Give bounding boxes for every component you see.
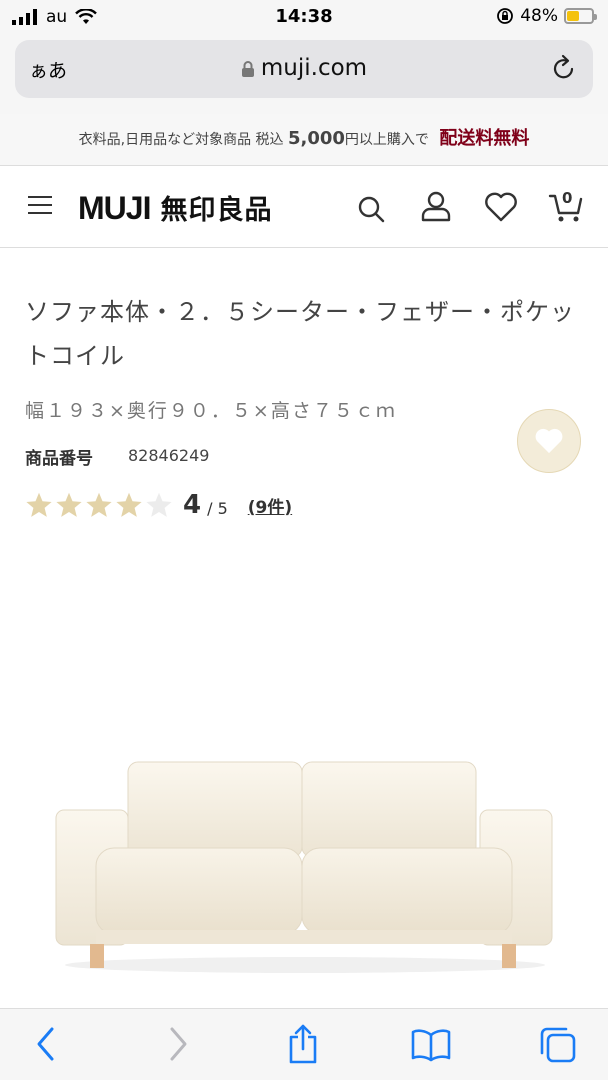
muji-logo[interactable]: MUJI 無印良品 <box>78 188 272 227</box>
share-icon[interactable] <box>286 1023 320 1065</box>
star-icon <box>116 492 142 517</box>
bookmarks-icon[interactable] <box>410 1027 452 1063</box>
tabs-icon[interactable] <box>538 1025 578 1065</box>
hamburger-icon[interactable] <box>28 196 52 216</box>
address-bar[interactable]: ぁあ muji.com <box>15 40 593 98</box>
promo-highlight: 配送料無料 <box>439 128 530 149</box>
product-dimensions: 幅１９３×奥行９０．５×高さ７５ｃｍ <box>25 400 397 422</box>
promo-suffix: 円以上購入で <box>344 132 429 148</box>
account-icon[interactable] <box>420 190 452 222</box>
cart-count: 0 <box>562 189 573 207</box>
promo-amount: 5,000 <box>287 128 345 149</box>
orientation-lock-icon <box>497 8 514 24</box>
url-display[interactable]: muji.com <box>15 55 593 81</box>
promo-prefix: 衣料品,日用品など対象商品 税込 <box>78 132 284 148</box>
sku-value: 82846249 <box>128 446 210 465</box>
star-icon <box>146 492 172 517</box>
review-count-link[interactable]: (9件) <box>248 493 292 518</box>
product-title: ソファ本体・２．５シーター・フェザー・ポケットコイル <box>25 298 575 370</box>
forward-icon[interactable] <box>166 1025 190 1063</box>
logo-latin: MUJI <box>78 190 151 226</box>
sku-label: 商品番号 <box>25 449 93 469</box>
star-icon <box>26 492 52 517</box>
status-right: 48% <box>496 6 597 26</box>
lock-icon <box>241 60 254 77</box>
battery-percent: 48% <box>520 6 558 26</box>
product-image[interactable] <box>40 740 570 980</box>
battery-level <box>567 11 580 21</box>
browser-url-area: ぁあ muji.com <box>0 34 608 114</box>
battery-icon <box>564 8 597 24</box>
site-header: MUJI 無印良品 0 <box>0 166 608 248</box>
logo-japanese: 無印良品 <box>160 195 273 225</box>
star-icon <box>56 492 82 517</box>
shipping-promo-banner[interactable]: 衣料品,日用品など対象商品 税込 5,000円以上購入で 配送料無料 <box>0 114 608 166</box>
search-icon[interactable] <box>356 194 386 224</box>
heart-icon <box>535 428 563 454</box>
rating-scale: / 5 <box>207 498 228 518</box>
url-text: muji.com <box>260 55 368 81</box>
back-icon[interactable] <box>34 1025 58 1063</box>
favorite-button[interactable] <box>517 409 581 473</box>
rating-value: 4 <box>183 490 202 520</box>
browser-toolbar <box>0 1008 608 1080</box>
product-rating: 4 / 5 (9件) <box>25 490 292 520</box>
rating-stars <box>25 491 173 519</box>
cart-button[interactable]: 0 <box>548 188 584 224</box>
status-bar: au 14:38 48% <box>0 0 608 34</box>
star-icon <box>86 492 112 517</box>
heart-icon[interactable] <box>484 192 518 222</box>
reload-icon[interactable] <box>551 54 577 82</box>
